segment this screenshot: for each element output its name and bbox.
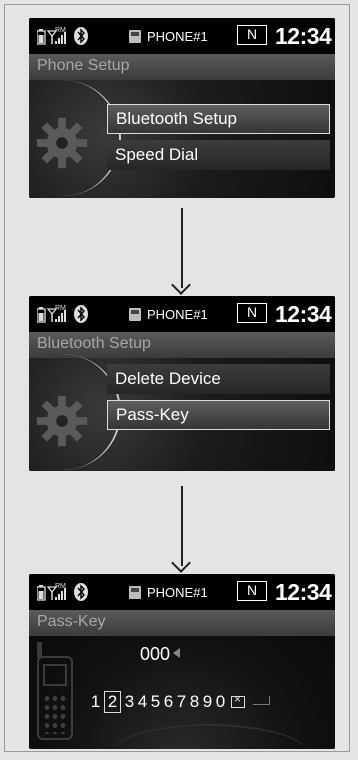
phone-icon — [129, 586, 141, 599]
screen-bluetooth-setup: RM PHONE#1 N 12:34 Bluetooth Setup Delet… — [29, 296, 335, 471]
svg-text:RM: RM — [55, 583, 66, 590]
svg-text:RM: RM — [55, 27, 66, 34]
status-icons: RM — [37, 583, 88, 601]
status-icons: RM — [37, 305, 88, 323]
phone-indicator: PHONE#1 — [129, 307, 208, 322]
digit-key-7[interactable]: 7 — [175, 692, 188, 712]
digit-key-0[interactable]: 0 — [214, 692, 227, 712]
pass-key-value[interactable]: 000 — [140, 644, 170, 665]
menu-item-bluetooth-setup[interactable]: Bluetooth Setup — [107, 104, 330, 134]
battery-icon — [37, 585, 46, 601]
arrow-down-icon — [181, 208, 183, 288]
screen-pass-key: RM PHONE#1 N 12:34 Pass-Key 000 12345678… — [29, 574, 335, 749]
digit-key-5[interactable]: 5 — [149, 692, 162, 712]
enter-icon[interactable] — [253, 695, 270, 705]
arrow-down-icon — [181, 486, 183, 566]
digit-key-3[interactable]: 3 — [123, 692, 136, 712]
digit-key-2[interactable]: 2 — [104, 691, 121, 713]
battery-icon — [37, 29, 46, 45]
handset-icon — [37, 642, 73, 740]
phone-label: PHONE#1 — [147, 585, 208, 600]
digit-key-6[interactable]: 6 — [162, 692, 175, 712]
bluetooth-icon — [74, 27, 88, 45]
roaming-icon: RM — [55, 305, 66, 312]
roaming-icon: RM — [55, 27, 66, 34]
status-bar: RM PHONE#1 N 12:34 — [29, 574, 335, 610]
clock: 12:34 — [275, 23, 332, 49]
roaming-icon: RM — [55, 583, 66, 590]
status-bar: RM PHONE#1 N 12:34 — [29, 18, 335, 54]
gear-indicator: N — [237, 25, 267, 45]
svg-text:RM: RM — [55, 305, 66, 312]
screen-title-bar: Phone Setup — [29, 54, 335, 80]
menu-item-delete-device[interactable]: Delete Device — [107, 364, 330, 394]
digit-keypad: 1234567890 — [89, 691, 270, 713]
digit-key-9[interactable]: 9 — [201, 692, 214, 712]
status-bar: RM PHONE#1 N 12:34 — [29, 296, 335, 332]
battery-icon — [37, 307, 46, 323]
gear-indicator: N — [237, 303, 267, 323]
phone-label: PHONE#1 — [147, 307, 208, 322]
menu-item-pass-key[interactable]: Pass-Key — [107, 400, 330, 430]
clock: 12:34 — [275, 579, 332, 605]
phone-indicator: PHONE#1 — [129, 585, 208, 600]
clock: 12:34 — [275, 301, 332, 327]
delete-icon[interactable] — [231, 692, 245, 708]
menu-arc — [59, 80, 121, 196]
status-icons: RM — [37, 27, 88, 45]
bluetooth-icon — [74, 583, 88, 601]
menu-item-speed-dial[interactable]: Speed Dial — [107, 140, 330, 170]
digit-key-4[interactable]: 4 — [136, 692, 149, 712]
phone-indicator: PHONE#1 — [129, 29, 208, 44]
screen-title: Pass-Key — [37, 613, 106, 630]
phone-icon — [129, 30, 141, 43]
menu-area: Delete Device Pass-Key — [29, 354, 335, 471]
gear-indicator: N — [237, 581, 267, 601]
bluetooth-icon — [74, 305, 88, 323]
screen-title: Bluetooth Setup — [37, 335, 151, 352]
screen-phone-setup: RM PHONE#1 N 12:34 Phone Setup Bluetooth… — [29, 18, 335, 198]
screen-title-bar: Bluetooth Setup — [29, 332, 335, 358]
screen-title: Phone Setup — [37, 57, 130, 74]
digit-key-1[interactable]: 1 — [89, 692, 102, 712]
screen-title-bar: Pass-Key — [29, 610, 335, 636]
phone-label: PHONE#1 — [147, 29, 208, 44]
digit-key-8[interactable]: 8 — [188, 692, 201, 712]
menu-area: Bluetooth Setup Speed Dial — [29, 80, 335, 198]
phone-icon — [129, 308, 141, 321]
cursor-left-icon — [173, 648, 180, 658]
